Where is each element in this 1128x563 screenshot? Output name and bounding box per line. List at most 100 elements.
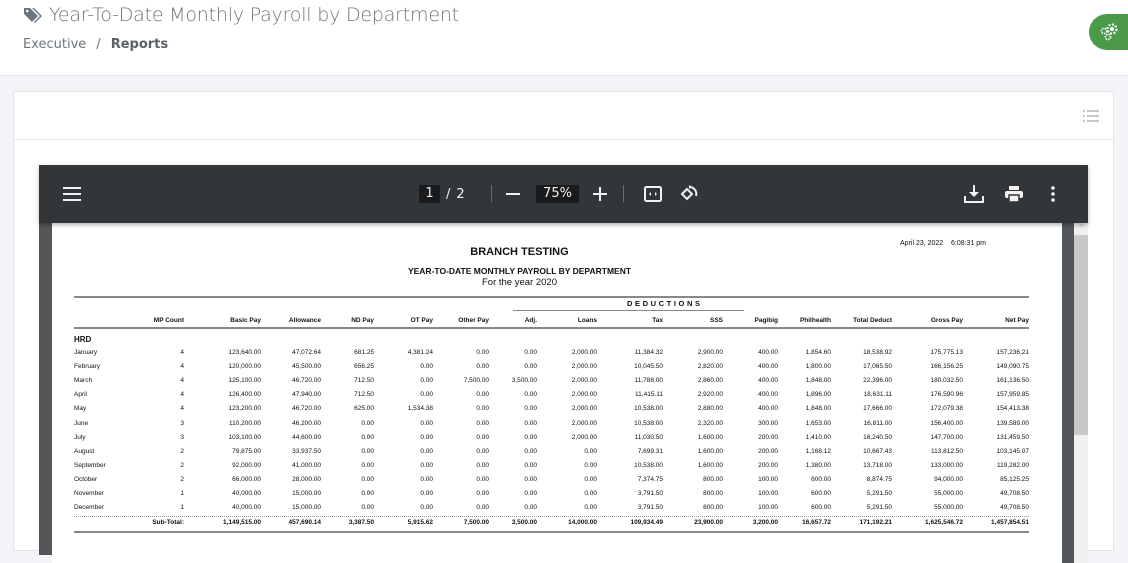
table-row: July 3 103,100.00 44,600.00 0.00 0.00 0.00 0.00… — [74, 434, 1029, 448]
table-cell: 1,848.00 — [805, 405, 831, 413]
rotate-icon — [680, 185, 698, 201]
page-title-text: Year-To-Date Monthly Payroll by Departme… — [49, 4, 459, 26]
month-label: February — [74, 363, 101, 371]
month-label: May — [74, 405, 87, 413]
download-button[interactable] — [962, 182, 986, 206]
deductions-label: DEDUCTIONS — [627, 299, 703, 308]
table-row: February 4 120,000.00 45,500.00 656.25 0.00 0.… — [74, 363, 1029, 377]
gears-icon — [1100, 23, 1118, 41]
more-options-button[interactable] — [1043, 182, 1063, 206]
table-cell: 113,812.50 — [930, 447, 963, 455]
table-cell: 1,380.00 — [805, 461, 831, 469]
table-cell: 13,718.00 — [863, 461, 892, 469]
page-number-input[interactable]: 1 — [419, 185, 440, 203]
table-cell: 175,775.13 — [930, 349, 963, 356]
settings-button[interactable] — [1089, 14, 1128, 50]
download-icon — [964, 185, 984, 203]
table-cell: 2,000.00 — [571, 405, 597, 413]
table-cell: 2,000.00 — [571, 349, 597, 356]
table-cell: 1,168.12 — [805, 447, 831, 455]
print-icon — [1005, 186, 1023, 202]
column-header: Net Pay — [1005, 317, 1029, 324]
table-cell: 180,032.50 — [930, 377, 963, 385]
hamburger-icon — [63, 187, 81, 201]
zoom-in-button[interactable] — [590, 184, 610, 204]
table-cell: 10,667.43 — [863, 447, 892, 455]
scrollbar-thumb[interactable] — [1074, 235, 1088, 435]
rotate-button[interactable] — [677, 182, 701, 206]
column-header: Total Deduct — [853, 317, 892, 324]
subtotal-cell: 16,657.72 — [802, 519, 831, 526]
table-cell: 156,400.00 — [930, 419, 963, 427]
list-icon[interactable] — [1083, 109, 1099, 123]
minus-icon — [506, 193, 520, 195]
page-title: Year-To-Date Monthly Payroll by Departme… — [23, 4, 459, 26]
report-branch: BRANCH TESTING — [470, 246, 569, 258]
table-cell: 0.00 — [584, 504, 597, 512]
table-cell: 0.00 — [584, 461, 597, 469]
table-cell: 4 — [180, 363, 184, 371]
table-cell: 22,396.00 — [863, 377, 892, 385]
table-cell: 55,000.00 — [934, 504, 963, 512]
table-row: May 4 123,200.00 46,720.00 625.00 1,534.38 0.0… — [74, 405, 1029, 419]
fit-to-page-button[interactable] — [642, 183, 664, 205]
table-cell: 4 — [180, 377, 184, 385]
column-header: Gross Pay — [930, 317, 963, 324]
table-cell: 0.00 — [584, 475, 597, 483]
print-button[interactable] — [1002, 182, 1026, 206]
subtotal-cell: 1,625,546.72 — [925, 519, 963, 526]
tags-icon — [24, 8, 42, 23]
breadcrumb-reports: Reports — [110, 37, 169, 52]
deductions-rule — [513, 310, 744, 311]
table-cell: 16,240.50 — [863, 433, 892, 441]
table-cell: 131,459.50 — [996, 433, 1029, 441]
zoom-out-button[interactable] — [503, 184, 523, 204]
table-cell: 2 — [180, 475, 184, 483]
table-cell: 2 — [180, 447, 184, 455]
report-card: 1 / 2 75% April 23, 2022 6:08:31 pm BRAN… — [13, 91, 1114, 563]
table-cell: 4 — [180, 391, 184, 399]
scroll-up-icon[interactable]: ⌃ — [1074, 223, 1088, 235]
table-cell: 103,145.07 — [996, 447, 1029, 455]
table-cell: 0.00 — [584, 447, 597, 455]
table-cell: 3 — [180, 419, 184, 427]
report-title: YEAR-TO-DATE MONTHLY PAYROLL BY DEPARTME… — [407, 266, 632, 276]
table-cell: 2,000.00 — [571, 391, 597, 399]
table-cell: 49,708.50 — [1000, 504, 1029, 512]
table-row: September 2 92,000.00 41,000.00 0.00 0.00 0.00… — [74, 462, 1029, 476]
table-cell: 2,000.00 — [571, 363, 597, 371]
zoom-level-input[interactable]: 75% — [536, 185, 579, 203]
table-cell: 1,800.00 — [805, 363, 831, 371]
month-label: September — [74, 461, 106, 469]
table-cell: 157,236.21 — [996, 349, 1029, 356]
month-label: July — [74, 433, 86, 441]
fit-to-page-icon — [644, 186, 662, 202]
table-row: March 4 125,100.00 46,720.00 712.50 0.00 7,500… — [74, 377, 1029, 391]
table-cell: 157,959.85 — [996, 391, 1029, 399]
table-cell: 3 — [180, 433, 184, 441]
subtotal-rule — [74, 531, 1029, 533]
table-cell: 149,090.75 — [996, 363, 1029, 371]
page-navigator: 1 / 2 — [419, 185, 465, 203]
table-cell: 94,000.00 — [934, 475, 963, 483]
breadcrumb: Executive / Reports — [23, 37, 168, 52]
table-cell: 1,848.00 — [805, 377, 831, 385]
pdf-menu-button[interactable] — [61, 183, 83, 205]
table-row: January 4 123,640.00 47,072.64 681.25 4,381.2… — [74, 349, 1029, 363]
table-cell: 161,136.50 — [996, 377, 1029, 385]
table-cell: 139,589.00 — [996, 419, 1029, 427]
breadcrumb-executive[interactable]: Executive — [23, 37, 86, 52]
header-rule — [74, 296, 1029, 298]
table-cell: 5,291.50 — [866, 490, 892, 497]
month-label: March — [74, 377, 93, 385]
column-header-rule — [74, 327, 1029, 329]
table-cell: 1 — [180, 504, 184, 512]
month-label: October — [74, 475, 98, 483]
table-cell: 5,291.50 — [866, 504, 892, 512]
subtotal-dotted-rule — [74, 516, 1029, 517]
table-cell: 600.00 — [811, 475, 831, 483]
table-cell: 17,666.00 — [863, 405, 892, 413]
pdf-scrollbar[interactable]: ⌃ — [1074, 223, 1088, 563]
table-cell: 85,125.25 — [1000, 475, 1029, 483]
table-row: October 2 66,000.00 28,000.00 0.00 0.00 0.00 0.… — [74, 476, 1029, 490]
